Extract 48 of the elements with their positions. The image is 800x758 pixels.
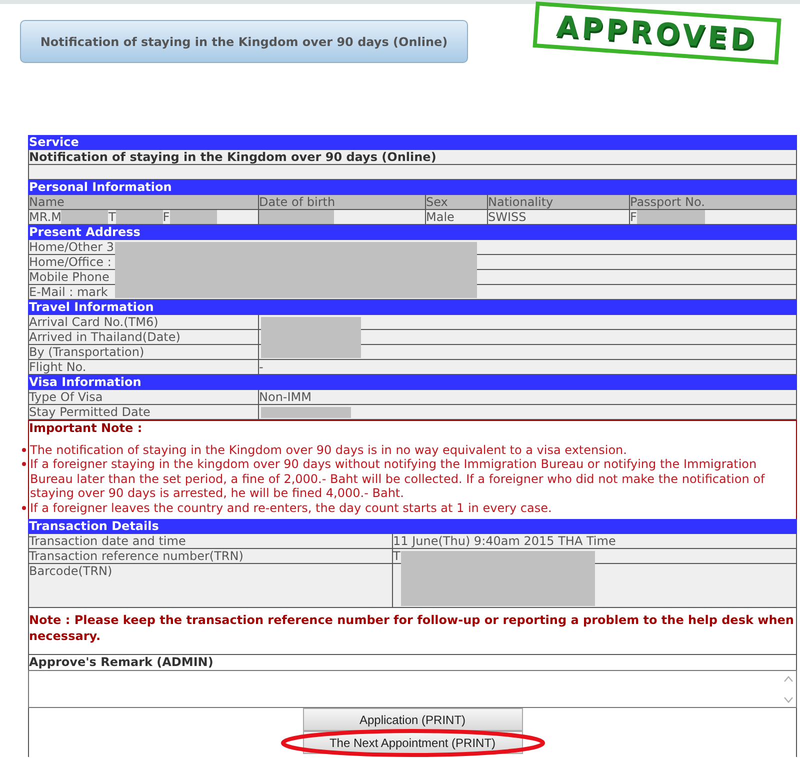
table-cell-text: Stay Permitted Date: [29, 405, 152, 419]
cell-text: T: [108, 210, 116, 224]
note-text: The notification of staying in the Kingdom over 90 days is in no way equivalent to a visa extension.: [30, 443, 627, 458]
column-header: Date of birth: [258, 195, 425, 209]
cell-text: -: [259, 360, 264, 374]
cell-text: F: [162, 210, 170, 224]
bullet-icon: [22, 448, 26, 452]
column-header: Name: [29, 195, 66, 209]
table-cell-text: Transaction date and time: [29, 534, 187, 548]
cell-text: Mobile Phone: [29, 270, 110, 284]
cell-text: F: [630, 210, 637, 224]
table-cell: SWISS: [487, 210, 629, 224]
remark-field[interactable]: [28, 670, 797, 708]
service-name: Notification of staying in the Kingdom over 90 days (Online): [28, 150, 797, 165]
note-title: Important Note :: [29, 421, 142, 436]
table-cell-text: Barcode(TRN): [29, 564, 114, 580]
cell-text: Home/Office :: [29, 255, 112, 269]
column-header: Passport No.: [629, 195, 796, 209]
cell-text: Non-IMM: [259, 390, 312, 404]
section-heading: Transaction Details: [28, 519, 797, 534]
cell-text: 11 June(Thu) 9:40am 2015 THA Time: [393, 534, 616, 548]
table-cell-text: Arrival Card No.(TM6): [29, 315, 160, 329]
section-heading: Service: [28, 135, 797, 150]
section-heading: Travel Information: [28, 300, 797, 315]
bullet-icon: [22, 506, 26, 510]
cell-text: MR.M: [29, 210, 62, 224]
note-text: If a foreigner leaves the country and re-enters, the day count starts at 1 in every case.: [30, 500, 552, 516]
cell-text: Home/Other 3: [29, 240, 114, 254]
section-heading: Present Address: [28, 225, 797, 240]
section-heading: Visa Information: [28, 375, 797, 390]
cell-text: E-Mail : mark: [29, 285, 108, 299]
column-header: Nationality: [487, 195, 629, 209]
table-cell-text: By (Transportation): [29, 345, 146, 359]
bullet-icon: [22, 462, 26, 466]
table-cell-text: Transaction reference number(TRN): [29, 549, 244, 563]
page-title-button[interactable]: Notification of staying in the Kingdom over 90 days (Online): [20, 20, 468, 63]
scroll-up-icon[interactable]: [784, 676, 792, 682]
table-cell-text: Arrived in Thailand(Date): [29, 330, 182, 344]
table-cell-text: Type Of Visa: [29, 390, 104, 404]
cell-text: T: [393, 549, 400, 563]
section-heading: Personal Information: [28, 180, 797, 195]
print-button[interactable]: Application (PRINT): [302, 708, 522, 731]
help-note: Note : Please keep the transaction reference number for follow-up or reporting a problem to the help desk when necessary.: [28, 608, 797, 655]
table-cell: Male: [425, 210, 487, 224]
column-header: Sex: [425, 195, 487, 209]
table-cell-text: Flight No.: [29, 360, 88, 374]
scroll-down-icon[interactable]: [784, 697, 792, 703]
note-text: If a foreigner staying in the kingdom over 90 days without notifying the Immigration Bureau or notifying the Immigration Bureau later than the set period, a fine of 2,000.- Baht will be collected. If a foreigner who did not make the notification of staying over 90 days is arrested, he will be fined 4,000.- Baht.: [30, 457, 766, 501]
